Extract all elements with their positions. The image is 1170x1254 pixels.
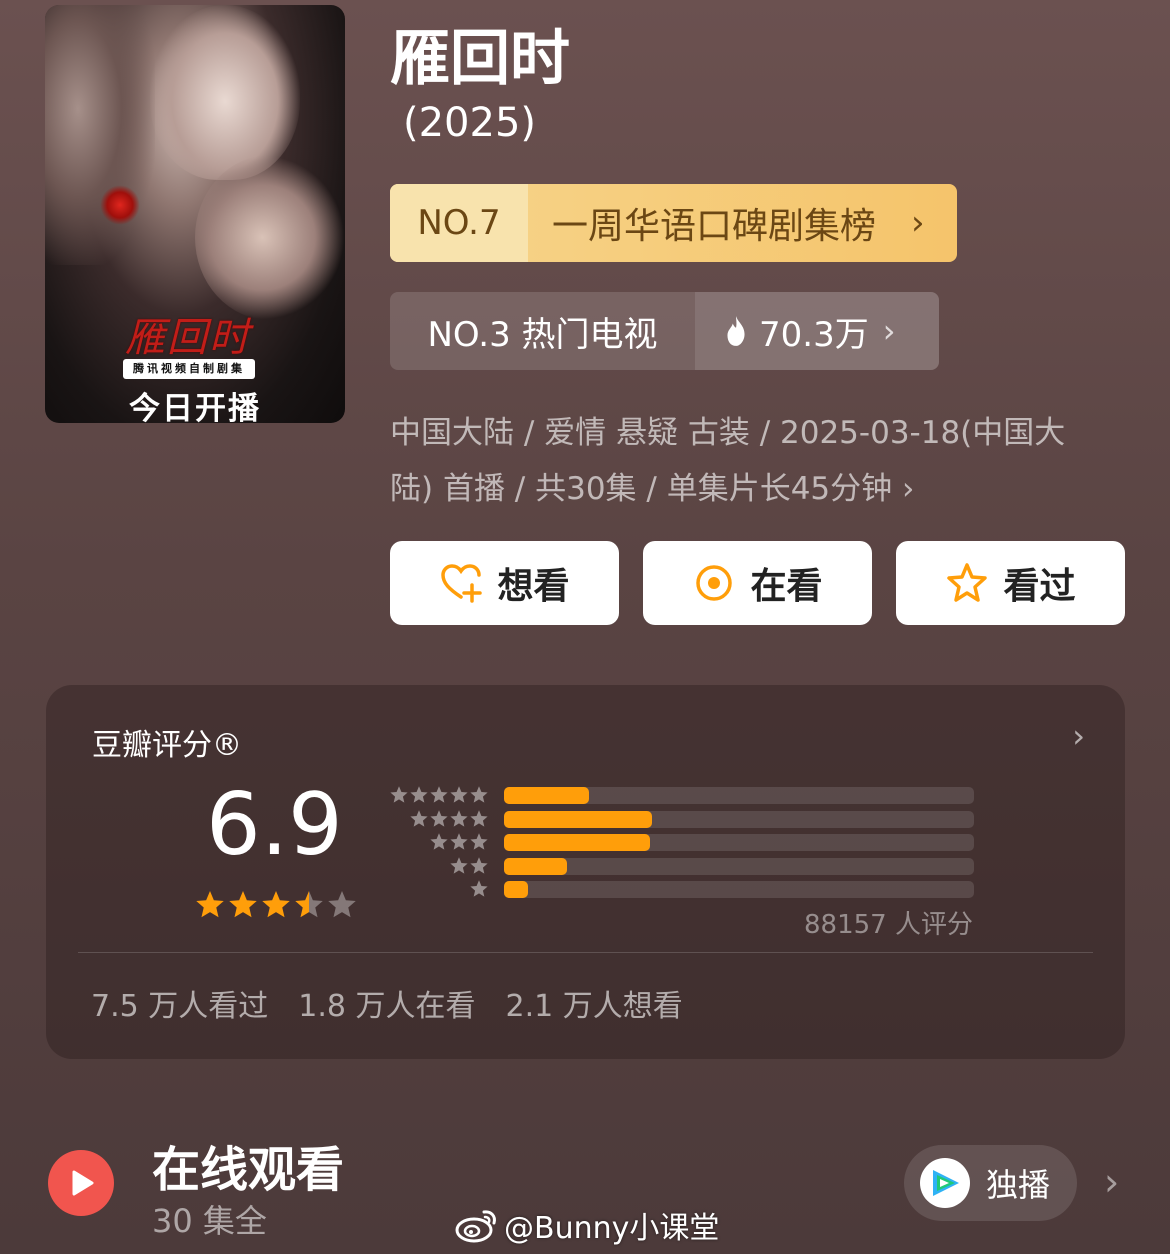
- distribution-stars-4: [409, 809, 489, 829]
- chevron-right-icon: ›: [902, 471, 915, 507]
- distribution-bar-fill: [504, 881, 528, 898]
- star-outline-icon: [947, 563, 988, 602]
- distribution-bar-fill: [504, 810, 653, 828]
- chevron-right-icon: ›: [882, 312, 896, 350]
- distribution-stars-3: [429, 832, 489, 852]
- distribution-bar-track: [504, 857, 974, 875]
- distribution-bar-track: [504, 787, 974, 804]
- star-small-icon: [430, 809, 448, 827]
- heat-value: 70.3万: [759, 314, 869, 355]
- rating-title: 豆瓣评分®: [92, 728, 242, 763]
- heat-section: 70.3万 ›: [695, 292, 939, 370]
- star-small-icon: [450, 833, 468, 850]
- meta-line: 中国大陆 / 爱情 悬疑 古装 / 2025-03-18(中国大: [390, 415, 1066, 451]
- distribution-bar-track: [504, 810, 974, 828]
- star-full-icon: [229, 891, 257, 918]
- poster-image[interactable]: 雁回时 腾讯视频自制剧集 今日开播: [45, 5, 345, 423]
- distribution-bar-track: [504, 881, 974, 898]
- chevron-right-icon[interactable]: ›: [1104, 1160, 1119, 1204]
- star-half-icon: [295, 891, 323, 918]
- audience-stats: 7.5 万人看过 1.8 万人在看 2.1 万人想看: [91, 981, 713, 1025]
- online-watch-title[interactable]: 在线观看: [152, 1130, 344, 1200]
- distribution-stars-5: [389, 785, 489, 805]
- star-small-icon: [430, 786, 448, 803]
- rank-list-name: 一周华语口碑剧集榜: [552, 206, 877, 247]
- distribution-stars-2: [449, 856, 489, 876]
- star-small-icon: [390, 786, 408, 803]
- star-full-icon: [196, 891, 224, 918]
- star-small-icon: [450, 856, 468, 874]
- tencent-video-logo-icon: [920, 1158, 970, 1208]
- distribution-bar-fill: [504, 834, 650, 851]
- rank-badge-popular[interactable]: NO.3 热门电视 70.3万 ›: [390, 292, 939, 370]
- poster-figure: [150, 5, 300, 180]
- fire-icon: [727, 316, 745, 346]
- rating-count: 88157 人评分: [804, 910, 973, 940]
- watched-button[interactable]: 看过: [896, 541, 1125, 625]
- meta-line-2: 陆) 首播 / 共30集 / 单集片长45分钟 ›: [390, 471, 915, 507]
- star-small-icon: [470, 880, 488, 897]
- star-small-icon: [410, 809, 428, 827]
- chevron-right-icon: ›: [911, 203, 925, 243]
- rank-popular-label: NO.3 热门电视: [427, 314, 658, 355]
- poster-figure: [195, 155, 345, 320]
- rank-badge-reputation[interactable]: NO.7 一周华语口碑剧集榜 ›: [390, 184, 957, 262]
- target-circle-icon: [696, 565, 733, 601]
- rating-stars: [194, 889, 359, 921]
- episode-count: 30 集全: [152, 1202, 267, 1240]
- star-small-icon: [450, 786, 468, 803]
- heart-plus-icon: [441, 564, 483, 603]
- star-empty-icon: [328, 891, 356, 918]
- watching-count: 1.8 万人在看: [298, 989, 476, 1024]
- star-small-icon: [470, 833, 488, 850]
- poster-logo: 雁回时: [125, 315, 251, 361]
- chevron-right-icon: ›: [1072, 717, 1085, 755]
- exclusive-platform-button[interactable]: 独播: [904, 1145, 1077, 1221]
- star-small-icon: [470, 809, 488, 827]
- divider: [78, 952, 1093, 953]
- distribution-bar-track: [504, 834, 974, 851]
- star-small-icon: [470, 786, 488, 803]
- watched-count: 7.5 万人看过: [91, 989, 269, 1024]
- poster-premiere-text: 今日开播: [129, 391, 261, 423]
- star-small-icon: [430, 833, 448, 850]
- want-count: 2.1 万人想看: [505, 989, 683, 1024]
- poster-figure: [45, 5, 155, 265]
- star-small-icon: [470, 856, 488, 874]
- douban-rating-card[interactable]: 豆瓣评分® › 6.9 88157 人评分 7.5 万人看过 1.8 万人在看 …: [46, 685, 1125, 1059]
- distribution-stars-1: [469, 879, 489, 899]
- star-full-icon: [262, 891, 290, 918]
- poster-badge: 腾讯视频自制剧集: [123, 359, 255, 379]
- watching-button[interactable]: 在看: [643, 541, 872, 625]
- want-to-watch-button[interactable]: 想看: [390, 541, 619, 625]
- release-year: (2025): [403, 100, 537, 146]
- page-title: 雁回时: [390, 24, 570, 94]
- star-small-icon: [410, 786, 428, 803]
- star-small-icon: [450, 809, 468, 827]
- rating-score: 6.9: [206, 775, 343, 875]
- distribution-bar-fill: [504, 787, 589, 804]
- weibo-watermark: @Bunny小课堂: [454, 1203, 719, 1247]
- show-meta-info[interactable]: 中国大陆 / 爱情 悬疑 古装 / 2025-03-18(中国大 陆) 首播 /…: [390, 405, 1110, 517]
- play-icon[interactable]: [48, 1150, 114, 1216]
- weibo-icon: [455, 1210, 496, 1243]
- poster-flower: [100, 185, 140, 225]
- distribution-bar-fill: [504, 857, 568, 875]
- rank-number: NO.7: [390, 184, 528, 262]
